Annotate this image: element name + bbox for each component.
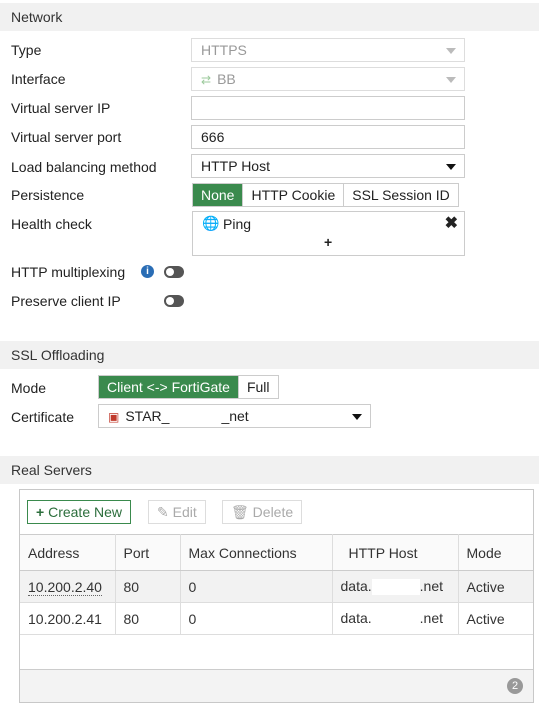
create-new-button[interactable]: + Create New: [27, 500, 131, 524]
health-check-label: Health check: [11, 216, 92, 232]
vip-label: Virtual server IP: [11, 100, 111, 116]
column-header-http-host[interactable]: HTTP Host: [332, 534, 459, 571]
table-footer: 2: [20, 669, 533, 702]
mode-full[interactable]: Full: [239, 376, 278, 398]
lb-value: HTTP Host: [201, 158, 270, 174]
trash-icon: 🗑: [231, 504, 249, 520]
mode-toggle-group: Client <-> FortiGate Full: [98, 375, 279, 399]
ssl-section-header: SSL Offloading: [0, 341, 539, 369]
cell-address: 10.200.2.40: [20, 570, 116, 603]
vport-input[interactable]: 666: [191, 125, 465, 149]
cell-http-host: data. .net: [332, 570, 459, 603]
cell-mode: Active: [458, 602, 533, 635]
cell-port: 80: [115, 602, 181, 635]
cell-address: 10.200.2.41: [20, 602, 116, 635]
certificate-value-suffix: _net: [221, 408, 249, 424]
edit-button[interactable]: ✎ Edit: [148, 500, 206, 524]
cell-http-host: data. .net: [332, 602, 459, 635]
type-select: HTTPS: [191, 38, 465, 62]
delete-label: Delete: [252, 504, 294, 520]
multiplex-label: HTTP multiplexing: [11, 264, 126, 280]
interface-value: BB: [217, 71, 236, 87]
preserve-label: Preserve client IP: [11, 293, 121, 309]
persistence-ssl-session[interactable]: SSL Session ID: [344, 184, 458, 206]
certificate-select[interactable]: ▣ STAR_ _net: [98, 404, 371, 428]
pencil-icon: ✎: [157, 504, 169, 520]
interface-label: Interface: [11, 71, 66, 87]
table-row[interactable]: 10.200.2.40 80 0 data. .net Active: [20, 570, 533, 603]
lb-label: Load balancing method: [11, 159, 157, 175]
persistence-none[interactable]: None: [193, 184, 244, 206]
table-header-row: Address Port Max Connections HTTP Host M…: [20, 534, 533, 571]
column-header-max-connections[interactable]: Max Connections: [180, 534, 333, 571]
persistence-toggle-group: None HTTP Cookie SSL Session ID: [192, 183, 459, 207]
certificate-icon: ▣: [108, 410, 120, 424]
real-servers-table: Address Port Max Connections HTTP Host M…: [20, 534, 533, 635]
type-value: HTTPS: [201, 42, 247, 58]
certificate-label: Certificate: [11, 409, 75, 425]
vport-label: Virtual server port: [11, 129, 122, 145]
chevron-down-icon: [446, 77, 456, 83]
chevron-down-icon: [446, 48, 456, 54]
info-icon[interactable]: i: [141, 265, 154, 278]
certificate-value-prefix: STAR_: [125, 408, 170, 424]
persistence-http-cookie[interactable]: HTTP Cookie: [243, 184, 345, 206]
column-header-address[interactable]: Address: [20, 534, 116, 571]
cell-mode: Active: [458, 570, 533, 603]
mode-client-fortigate[interactable]: Client <-> FortiGate: [99, 376, 239, 398]
multiplex-toggle[interactable]: [164, 266, 184, 278]
real-servers-section-header: Real Servers: [0, 456, 539, 484]
cell-port: 80: [115, 570, 181, 603]
network-section-header: Network: [0, 3, 539, 31]
cell-max-connections: 0: [180, 602, 333, 635]
real-servers-panel: + Create New ✎ Edit 🗑 Delete Address Por…: [19, 489, 534, 703]
column-header-mode[interactable]: Mode: [458, 534, 533, 571]
add-health-check-button[interactable]: +: [324, 234, 332, 250]
mode-label: Mode: [11, 380, 47, 396]
globe-icon: 🌐: [202, 215, 220, 231]
type-label: Type: [11, 42, 42, 58]
edit-label: Edit: [172, 504, 197, 520]
row-count-badge: 2: [507, 678, 523, 694]
preserve-toggle[interactable]: [164, 295, 184, 307]
health-check-item: Ping: [223, 216, 252, 232]
persistence-label: Persistence: [11, 187, 85, 203]
interface-icon: ⇄: [201, 73, 212, 87]
plus-icon: +: [36, 504, 45, 520]
remove-icon[interactable]: ✖: [445, 213, 458, 233]
table-row[interactable]: 10.200.2.41 80 0 data. .net Active: [20, 602, 533, 635]
delete-button[interactable]: 🗑 Delete: [222, 500, 303, 524]
health-check-box[interactable]: 🌐 Ping ✖ +: [192, 211, 465, 256]
vip-input[interactable]: [191, 96, 465, 120]
cell-max-connections: 0: [180, 570, 333, 603]
chevron-down-icon: [446, 164, 456, 170]
create-new-label: Create New: [48, 504, 122, 520]
vport-value: 666: [201, 129, 225, 145]
column-header-port[interactable]: Port: [115, 534, 181, 571]
interface-select: ⇄ BB: [191, 67, 465, 91]
chevron-down-icon: [352, 414, 362, 420]
lb-select[interactable]: HTTP Host: [191, 154, 465, 178]
